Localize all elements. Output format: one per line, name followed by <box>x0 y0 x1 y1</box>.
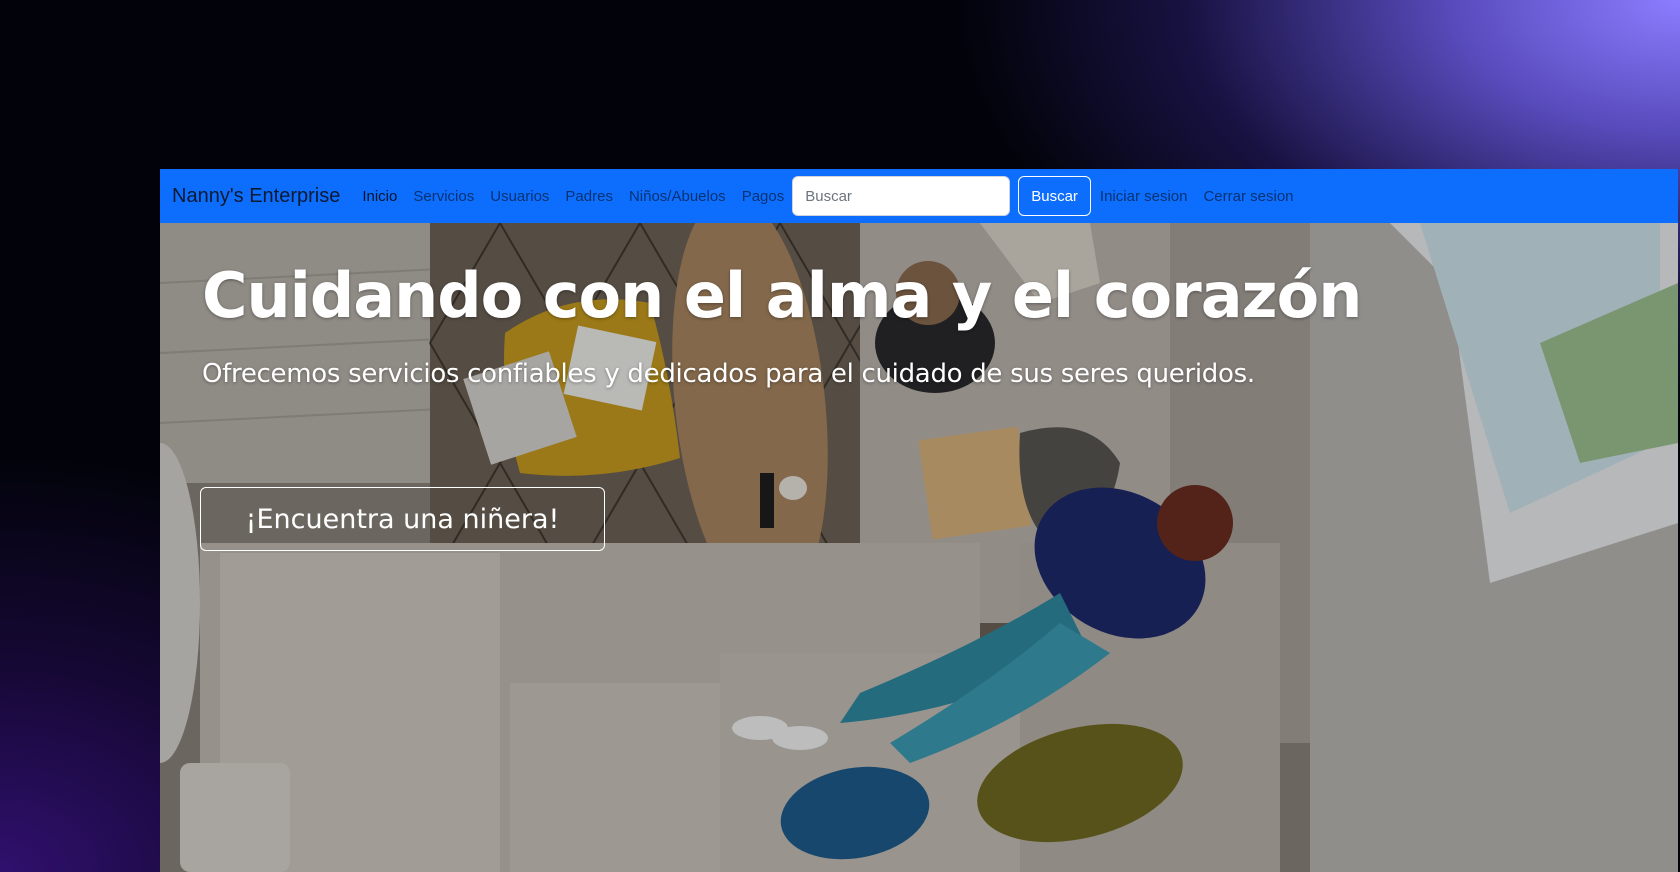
hero-subtitle: Ofrecemos servicios confiables y dedicad… <box>202 359 1255 389</box>
nav-link-servicios[interactable]: Servicios <box>413 188 474 205</box>
hero-title: Cuidando con el alma y el corazón <box>202 259 1362 332</box>
brand-logo-text[interactable]: Nanny's Enterprise <box>172 185 340 208</box>
hero-section: Cuidando con el alma y el corazón Ofrece… <box>160 223 1678 872</box>
search-input[interactable] <box>792 176 1011 216</box>
nav-link-padres[interactable]: Padres <box>565 188 613 205</box>
search-button[interactable]: Buscar <box>1018 176 1091 216</box>
nav-link-pagos[interactable]: Pagos <box>742 188 785 205</box>
nav-link-ninos-abuelos[interactable]: Niños/Abuelos <box>629 188 726 205</box>
nav-link-login[interactable]: Iniciar sesion <box>1100 188 1188 205</box>
find-nanny-button[interactable]: ¡Encuentra una niñera! <box>200 487 605 551</box>
nav-link-inicio[interactable]: Inicio <box>362 188 397 205</box>
browser-page: Nanny's Enterprise Inicio Servicios Usua… <box>160 169 1678 872</box>
navbar: Nanny's Enterprise Inicio Servicios Usua… <box>160 169 1678 223</box>
nav-link-logout[interactable]: Cerrar sesion <box>1203 188 1293 205</box>
nav-link-usuarios[interactable]: Usuarios <box>490 188 549 205</box>
